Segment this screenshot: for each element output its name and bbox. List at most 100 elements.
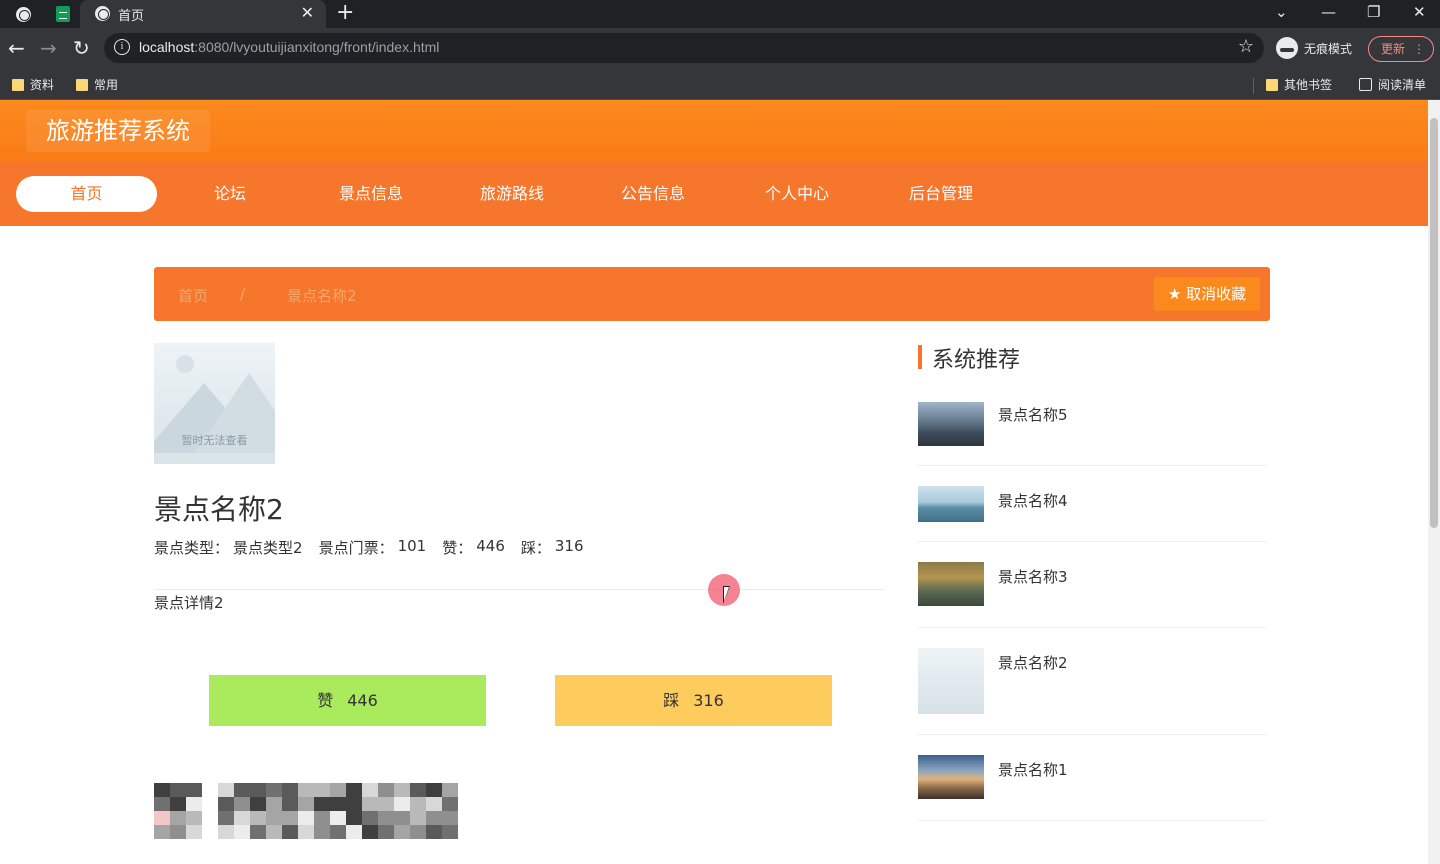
pinned-tab[interactable] — [48, 3, 78, 25]
recommend-thumbnail — [918, 486, 984, 522]
ticket-value: 101 — [397, 537, 427, 555]
pixel-cell — [250, 825, 266, 839]
recommend-item[interactable]: 景点名称1 — [918, 735, 1266, 821]
active-tab[interactable]: 首页 ✕ — [80, 0, 326, 28]
pixel-cell — [410, 825, 426, 839]
recommend-name: 景点名称3 — [998, 568, 1068, 586]
pixel-cell — [378, 811, 394, 825]
bookmarks-bar: 资料 常用 其他书签 阅读清单 — [0, 70, 1440, 100]
pixel-cell — [410, 783, 426, 797]
update-button[interactable]: 更新 ⋮ — [1368, 36, 1434, 62]
placeholder-text: 暂时无法查看 — [181, 434, 248, 447]
nav-item-attractions[interactable]: 景点信息 — [326, 176, 416, 212]
dislike-label: 踩： — [520, 539, 551, 557]
pixel-cell — [442, 797, 458, 811]
recommend-name: 景点名称2 — [998, 654, 1068, 672]
pixel-cell — [282, 811, 298, 825]
recommend-name: 景点名称5 — [998, 406, 1068, 424]
attraction-title: 景点名称2 — [154, 493, 284, 526]
section-accent-bar — [918, 345, 922, 369]
pixel-cell — [362, 797, 378, 811]
pixel-cell — [282, 783, 298, 797]
recommend-item[interactable]: 景点名称3 — [918, 542, 1266, 628]
site-header: 旅游推荐系统 — [0, 100, 1428, 162]
nav-item-routes[interactable]: 旅游路线 — [467, 176, 557, 212]
pixel-cell — [250, 783, 266, 797]
nav-item-home[interactable]: 首页 — [16, 176, 157, 212]
bookmarks-divider — [1253, 78, 1254, 94]
recommend-item[interactable]: 景点名称5 — [918, 398, 1266, 466]
like-button-count: 446 — [347, 691, 378, 710]
breadcrumb-home[interactable]: 首页 — [178, 285, 208, 306]
pinned-tab[interactable] — [8, 3, 38, 25]
mouse-cursor-icon — [723, 586, 730, 604]
pixel-cell — [266, 783, 282, 797]
tab-search-icon[interactable]: ⌄ — [1275, 2, 1288, 22]
dislike-button[interactable]: 踩 316 — [555, 675, 832, 726]
bookmark-star-icon[interactable]: ☆ — [1238, 36, 1254, 57]
pixel-cell — [394, 783, 410, 797]
unfavorite-button[interactable]: ★ 取消收藏 — [1154, 277, 1260, 311]
pixel-cell — [314, 783, 330, 797]
recommend-thumbnail — [918, 562, 984, 606]
pixel-cell — [218, 811, 234, 825]
minimize-icon[interactable]: — — [1321, 2, 1336, 22]
bookmark-folder[interactable]: 常用 — [76, 76, 118, 93]
close-tab-icon[interactable]: ✕ — [301, 3, 314, 22]
pixel-cell — [426, 797, 442, 811]
incognito-indicator[interactable]: 无痕模式 — [1276, 37, 1352, 59]
attraction-image: 暂时无法查看 — [154, 343, 275, 464]
page-scrollbar[interactable] — [1428, 100, 1440, 864]
pixel-cell — [314, 825, 330, 839]
attraction-meta: 景点类型： 景点类型2 景点门票： 101 赞： 446 踩： 316 — [154, 537, 600, 558]
pixel-cell — [394, 797, 410, 811]
back-icon[interactable]: ← — [8, 36, 25, 60]
close-window-icon[interactable]: ✕ — [1413, 2, 1426, 22]
bookmark-folder[interactable]: 资料 — [12, 76, 54, 93]
tab-title: 首页 — [118, 8, 145, 23]
browser-toolbar: ← → ↻ i localhost:8080/lvyoutuijianxiton… — [0, 28, 1440, 70]
other-bookmarks[interactable]: 其他书签 — [1266, 76, 1332, 93]
nav-item-announcements[interactable]: 公告信息 — [608, 176, 698, 212]
recommend-thumbnail — [918, 648, 984, 714]
new-tab-icon[interactable]: + — [336, 1, 354, 25]
pixel-cell — [346, 825, 362, 839]
nav-item-profile[interactable]: 个人中心 — [752, 176, 842, 212]
reload-icon[interactable]: ↻ — [73, 36, 90, 60]
restore-icon[interactable]: ❐ — [1367, 2, 1380, 22]
pixel-cell — [186, 783, 202, 797]
globe-icon — [15, 6, 31, 22]
nav-item-admin[interactable]: 后台管理 — [896, 176, 986, 212]
info-icon[interactable]: i — [114, 39, 130, 55]
recommend-thumbnail — [918, 402, 984, 446]
like-button[interactable]: 赞 446 — [209, 675, 486, 726]
pixel-cell — [410, 811, 426, 825]
pixel-cell — [170, 797, 186, 811]
nav-item-forum[interactable]: 论坛 — [195, 176, 265, 212]
scrollbar-thumb[interactable] — [1430, 118, 1438, 528]
reading-list[interactable]: 阅读清单 — [1359, 76, 1426, 93]
pixel-cell — [298, 797, 314, 811]
pixel-cell — [170, 811, 186, 825]
folder-icon — [1266, 78, 1278, 91]
pixel-cell — [186, 797, 202, 811]
pixel-cell — [426, 783, 442, 797]
site-title: 旅游推荐系统 — [26, 110, 210, 152]
incognito-icon — [1276, 37, 1298, 59]
pixel-cell — [218, 783, 234, 797]
pixel-cell — [330, 797, 346, 811]
pixel-cell — [186, 811, 202, 825]
pixel-cell — [154, 783, 170, 797]
forward-icon[interactable]: → — [40, 36, 57, 60]
recommend-item[interactable]: 景点名称2 — [918, 628, 1266, 735]
type-value: 景点类型2 — [233, 539, 303, 557]
address-bar[interactable]: i localhost:8080/lvyoutuijianxitong/fron… — [104, 33, 1264, 63]
pixel-cell — [410, 797, 426, 811]
recommend-name: 景点名称1 — [998, 761, 1068, 779]
pixel-cell — [250, 797, 266, 811]
main-nav: 首页 论坛 景点信息 旅游路线 公告信息 个人中心 后台管理 — [0, 162, 1428, 226]
attraction-description: 景点详情2 — [154, 594, 224, 612]
image-placeholder-icon — [176, 355, 194, 373]
recommend-item[interactable]: 景点名称4 — [918, 466, 1266, 542]
pixel-cell — [378, 825, 394, 839]
